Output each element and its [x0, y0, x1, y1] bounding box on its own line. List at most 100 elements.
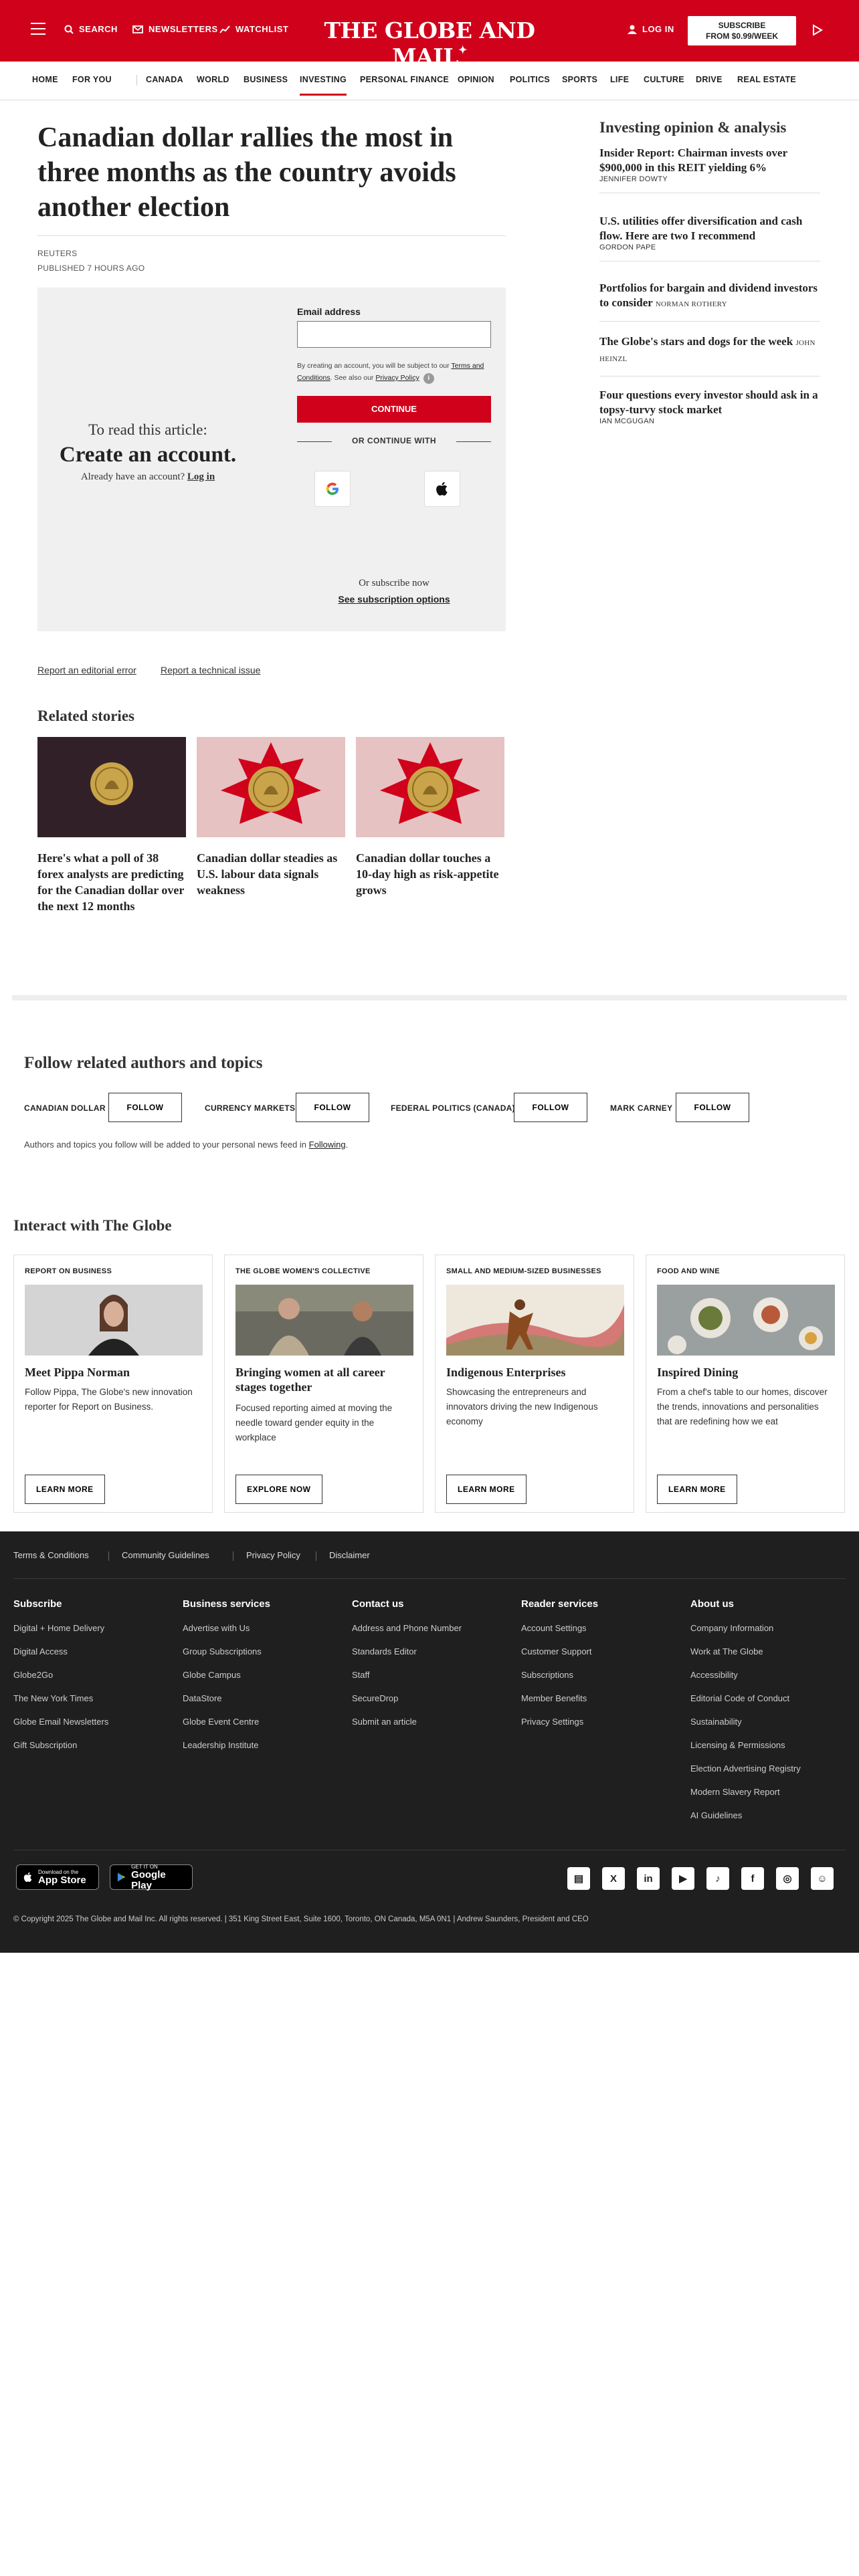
nav-item-canada[interactable]: CANADA	[146, 75, 183, 84]
footer-link[interactable]: Sustainability	[690, 1717, 844, 1727]
follow-button[interactable]: FOLLOW	[676, 1093, 749, 1122]
footer-link[interactable]: Group Subscriptions	[183, 1646, 337, 1656]
report-editorial-error-link[interactable]: Report an editorial error	[37, 665, 136, 675]
footer-link[interactable]: Subscriptions	[521, 1670, 675, 1680]
footer-link-disclaimer[interactable]: Disclaimer	[329, 1550, 370, 1560]
email-field[interactable]	[297, 321, 491, 348]
related-story[interactable]: Canadian dollar touches a 10-day high as…	[356, 737, 504, 898]
footer-link[interactable]: Standards Editor	[352, 1646, 506, 1656]
sidebar-article[interactable]: Portfolios for bargain and dividend inve…	[599, 281, 820, 322]
footer-link[interactable]: Globe Email Newsletters	[13, 1717, 167, 1727]
menu-icon[interactable]	[31, 23, 45, 35]
terms-mid-text: . See also our	[330, 374, 376, 382]
footer-link[interactable]: Globe Event Centre	[183, 1717, 337, 1727]
footer-link[interactable]: Member Benefits	[521, 1693, 675, 1703]
footer-link[interactable]: Globe Campus	[183, 1670, 337, 1680]
footer-link[interactable]: Company Information	[690, 1623, 844, 1633]
follow-button[interactable]: FOLLOW	[108, 1093, 182, 1122]
follow-button[interactable]: FOLLOW	[514, 1093, 587, 1122]
google-play-badge[interactable]: GET IT ON Google Play	[110, 1864, 193, 1891]
footer-link-privacy[interactable]: Privacy Policy	[246, 1550, 300, 1560]
store-icon[interactable]: ▤	[567, 1867, 590, 1890]
google-signin-button[interactable]	[314, 471, 351, 507]
login-label: LOG IN	[642, 24, 674, 34]
linkedin-icon[interactable]: in	[637, 1867, 660, 1890]
nav-item-drive[interactable]: DRIVE	[696, 75, 723, 84]
search-button[interactable]: SEARCH	[64, 24, 118, 34]
nav-item-politics[interactable]: POLITICS	[510, 75, 550, 84]
footer-link[interactable]: Digital + Home Delivery	[13, 1623, 167, 1633]
info-icon[interactable]: i	[423, 373, 434, 384]
sidebar-article[interactable]: Four questions every investor should ask…	[599, 388, 820, 435]
footer-link-guidelines[interactable]: Community Guidelines	[122, 1550, 209, 1560]
promo-title: Inspired Dining	[657, 1366, 739, 1379]
footer-link[interactable]: DataStore	[183, 1693, 337, 1703]
follow-button[interactable]: FOLLOW	[296, 1093, 369, 1122]
footer-link[interactable]: Account Settings	[521, 1623, 675, 1633]
footer-link[interactable]: AI Guidelines	[690, 1810, 844, 1820]
footer-link[interactable]: Submit an article	[352, 1717, 506, 1727]
nav-item-personal-finance[interactable]: PERSONAL FINANCE	[360, 75, 449, 84]
footer-link[interactable]: Leadership Institute	[183, 1740, 337, 1750]
facebook-icon[interactable]: f	[741, 1867, 764, 1890]
related-story[interactable]: Canadian dollar steadies as U.S. labour …	[197, 737, 345, 898]
nav-item-investing[interactable]: INVESTING	[300, 75, 347, 96]
privacy-link[interactable]: Privacy Policy	[375, 374, 419, 382]
learn-more-button[interactable]: LEARN MORE	[25, 1475, 105, 1504]
footer-link[interactable]: Advertise with Us	[183, 1623, 337, 1633]
footer-divider	[13, 1578, 846, 1579]
learn-more-button[interactable]: LEARN MORE	[446, 1475, 527, 1504]
nav-item-sports[interactable]: SPORTS	[562, 75, 597, 84]
nav-item-culture[interactable]: CULTURE	[644, 75, 684, 84]
nav-item-opinion[interactable]: OPINION	[458, 75, 494, 84]
sidebar-article[interactable]: The Globe's stars and dogs for the week …	[599, 334, 820, 377]
app-store-badge[interactable]: Download on the App Store	[16, 1864, 99, 1890]
footer-link[interactable]: Editorial Code of Conduct	[690, 1693, 844, 1703]
subscription-options-link[interactable]: See subscription options	[297, 594, 491, 605]
footer-column-heading: Business services	[183, 1598, 270, 1610]
footer-link[interactable]: SecureDrop	[352, 1693, 506, 1703]
footer-link[interactable]: Address and Phone Number	[352, 1623, 506, 1633]
nav-item-business[interactable]: BUSINESS	[244, 75, 288, 84]
following-link[interactable]: Following	[309, 1140, 346, 1150]
sidebar-article[interactable]: U.S. utilities offer diversification and…	[599, 214, 820, 261]
tiktok-icon[interactable]: ♪	[706, 1867, 729, 1890]
related-story[interactable]: Here's what a poll of 38 forex analysts …	[37, 737, 186, 914]
continue-button[interactable]: CONTINUE	[297, 396, 491, 423]
footer-link[interactable]: Privacy Settings	[521, 1717, 675, 1727]
footer-link[interactable]: Election Advertising Registry	[690, 1763, 844, 1774]
footer-link[interactable]: Gift Subscription	[13, 1740, 167, 1750]
watchlist-button[interactable]: WATCHLIST	[219, 24, 288, 34]
footer-link[interactable]: Staff	[352, 1670, 506, 1680]
login-link[interactable]: Log in	[187, 471, 215, 482]
footer-link-terms[interactable]: Terms & Conditions	[13, 1550, 89, 1560]
footer-link[interactable]: The New York Times	[13, 1693, 167, 1703]
loonie-flag-image	[356, 737, 504, 837]
footer-link[interactable]: Modern Slavery Report	[690, 1787, 844, 1797]
footer-link[interactable]: Work at The Globe	[690, 1646, 844, 1656]
newsletters-button[interactable]: NEWSLETTERS	[132, 24, 218, 34]
instagram-icon[interactable]: ◎	[776, 1867, 799, 1890]
footer-link[interactable]: Licensing & Permissions	[690, 1740, 844, 1750]
nav-item-real-estate[interactable]: REAL ESTATE	[737, 75, 796, 84]
footer-link[interactable]: Accessibility	[690, 1670, 844, 1680]
learn-more-button[interactable]: LEARN MORE	[657, 1475, 737, 1504]
play-icon[interactable]	[812, 24, 823, 36]
footer-link[interactable]: Globe2Go	[13, 1670, 167, 1680]
footer-link[interactable]: Digital Access	[13, 1646, 167, 1656]
explore-now-button[interactable]: EXPLORE NOW	[235, 1475, 322, 1504]
apple-signin-button[interactable]	[424, 471, 460, 507]
report-technical-issue-link[interactable]: Report a technical issue	[161, 665, 260, 675]
x-icon[interactable]: X	[602, 1867, 625, 1890]
nav-item-world[interactable]: WORLD	[197, 75, 229, 84]
snapchat-icon[interactable]: ☺	[811, 1867, 834, 1890]
nav-item-life[interactable]: LIFE	[610, 75, 629, 84]
registration-wall: To read this article: Create an account.…	[37, 288, 506, 631]
sidebar-article[interactable]: Insider Report: Chairman invests over $9…	[599, 146, 820, 193]
youtube-icon[interactable]: ▶	[672, 1867, 694, 1890]
nav-item-home[interactable]: HOME	[32, 75, 58, 84]
footer-link[interactable]: Customer Support	[521, 1646, 675, 1656]
subscribe-button[interactable]: SUBSCRIBE FROM $0.99/WEEK	[688, 16, 796, 45]
nav-item-for-you[interactable]: FOR YOU	[72, 75, 112, 84]
login-button[interactable]: LOG IN	[628, 24, 674, 34]
